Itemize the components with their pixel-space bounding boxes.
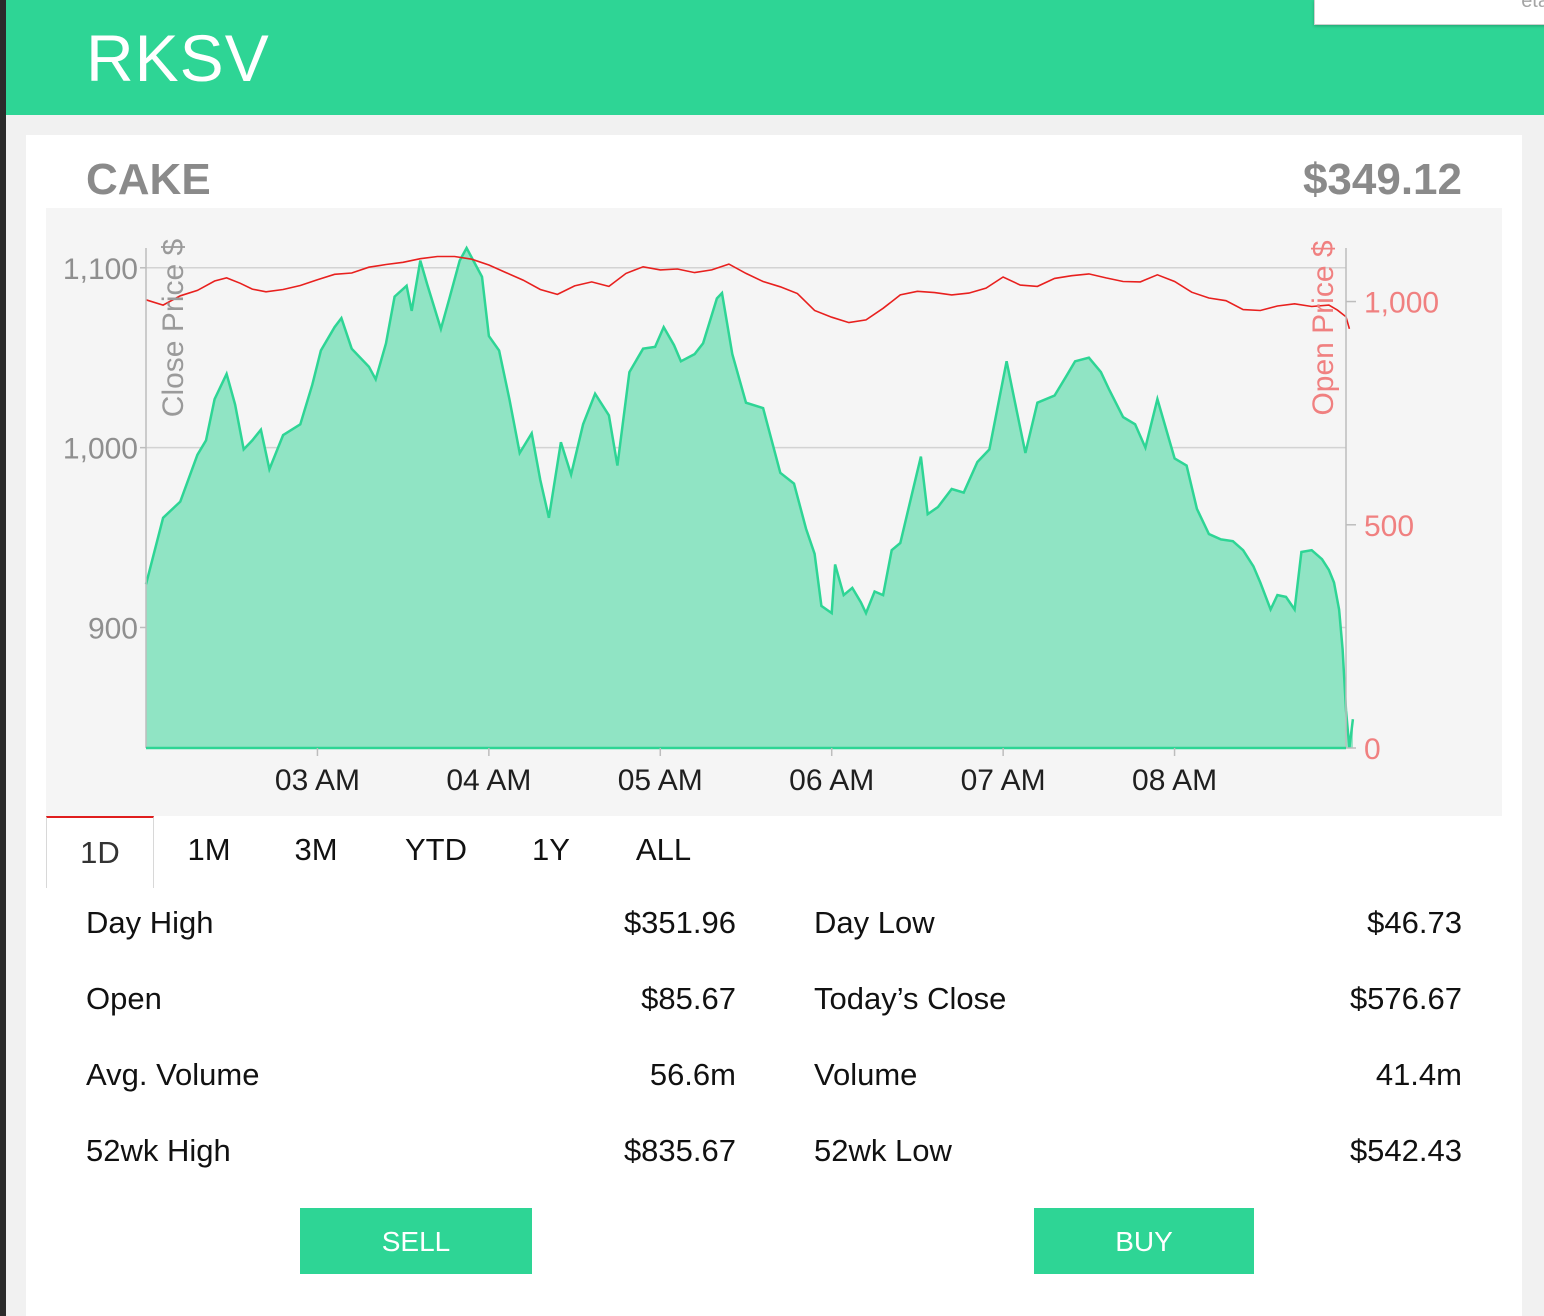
x-tick-label: 06 AM — [789, 764, 874, 797]
stat-label: 52wk High — [86, 1133, 231, 1168]
x-tick-label: 07 AM — [961, 764, 1046, 797]
sell-button[interactable]: SELL — [300, 1208, 532, 1274]
price-chart-svg: 9001,0001,100 05001,000 03 AM 04 AM 05 AM 0… — [63, 238, 1439, 797]
x-tick-label: 08 AM — [1132, 764, 1217, 797]
stat-value: $576.67 — [1349, 981, 1462, 1016]
x-axis-ticks: 03 AM 04 AM 05 AM 06 AM 07 AM 08 AM — [275, 748, 1217, 797]
popup-partial-text: eta — [1521, 0, 1544, 12]
stat-label: Day High — [86, 905, 214, 940]
stat-label: Avg. Volume — [86, 1057, 260, 1092]
stat-label: Open — [86, 981, 162, 1016]
stock-symbol: CAKE — [86, 155, 211, 204]
stat-value: 56.6m — [649, 1057, 736, 1092]
left-tick-label: 900 — [88, 612, 138, 645]
left-axis-label: Close Price $ — [157, 238, 190, 417]
stock-price: $349.12 — [1302, 155, 1462, 204]
stock-card: CAKE $349.12 900 1,000 1,100 0 500 1,000 03 … — [26, 135, 1522, 1316]
app-frame: RKSV eta CAKE $349.12 900 1,000 1,100 0 500… — [6, 0, 1544, 1316]
tab-1m[interactable]: 1M — [164, 816, 254, 886]
price-chart: 900 1,000 1,100 0 500 1,000 03 AM 04 AM 05 AM 0… — [46, 208, 1502, 816]
stat-value: $85.67 — [641, 981, 736, 1016]
buy-button[interactable]: BUY — [1034, 1208, 1254, 1274]
stat-value: $542.43 — [1349, 1133, 1462, 1168]
overlay-popup-edge: eta — [1314, 0, 1544, 25]
stat-value: 41.4m — [1375, 1057, 1462, 1092]
tab-3m[interactable]: 3M — [271, 816, 361, 886]
stat-label: Volume — [814, 1057, 918, 1092]
right-tick-label: 0 — [1364, 733, 1381, 766]
stat-value: $46.73 — [1367, 905, 1462, 940]
stat-label: 52wk Low — [814, 1133, 952, 1168]
app-title: RKSV — [86, 21, 270, 95]
range-tabs: 1D 1M 3M YTD 1Y ALL — [46, 816, 1502, 888]
stat-value: $835.67 — [623, 1133, 736, 1168]
tab-1d[interactable]: 1D — [46, 816, 154, 888]
close-price-area — [146, 248, 1353, 748]
x-tick-label: 04 AM — [446, 764, 531, 797]
stat-label: Day Low — [814, 905, 935, 940]
right-tick-label: 1,000 — [1364, 287, 1439, 320]
stat-value: $351.96 — [623, 905, 736, 940]
stat-label: Today’s Close — [814, 981, 1007, 1016]
tab-ytd[interactable]: YTD — [381, 816, 491, 886]
right-axis-ticks: 0 500 1,000 — [1346, 287, 1439, 766]
left-tick-label: 1,000 — [63, 433, 138, 466]
left-tick-label: 1,100 — [63, 253, 138, 286]
tab-all[interactable]: ALL — [616, 816, 711, 886]
right-axis-label: Open Price $ — [1307, 240, 1340, 415]
x-tick-label: 05 AM — [618, 764, 703, 797]
x-tick-label: 03 AM — [275, 764, 360, 797]
right-tick-label: 500 — [1364, 510, 1414, 543]
tab-1y[interactable]: 1Y — [506, 816, 596, 886]
left-axis-ticks: 900 1,000 1,100 — [63, 253, 146, 645]
